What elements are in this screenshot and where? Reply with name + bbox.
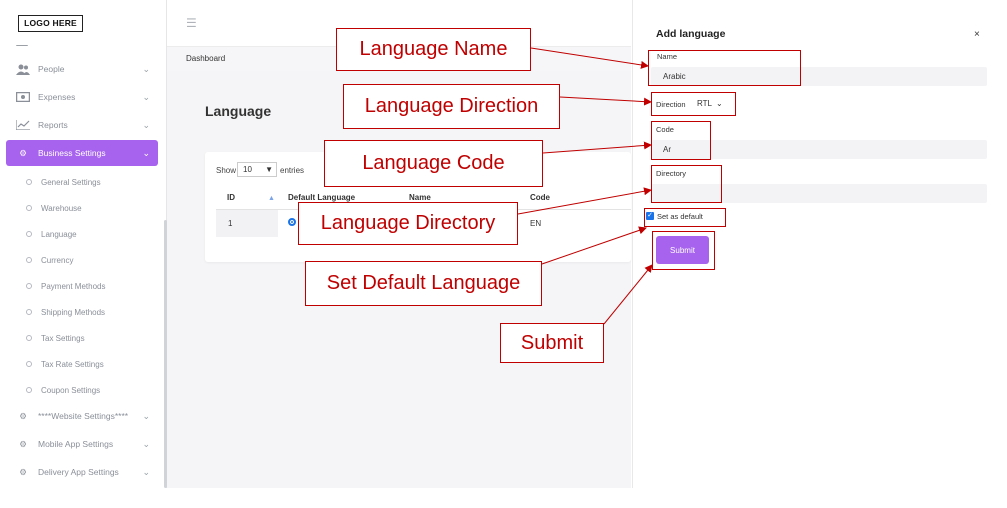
- sidebar: LOGO HERE People ⌄ Expenses ⌄ Reports ⌄ …: [0, 0, 167, 488]
- column-label: Default Language: [288, 193, 356, 202]
- sidebar-item-website-settings[interactable]: ⚙︎ ****Website Settings**** ⌄: [6, 403, 158, 429]
- gears-icon: ⚙︎: [19, 466, 27, 477]
- entries-label: entries: [280, 166, 305, 175]
- callout-language-name: Language Name: [336, 28, 531, 71]
- sidebar-item-cutoff: [16, 38, 156, 46]
- sidebar-item-expenses[interactable]: Expenses ⌄: [6, 84, 158, 110]
- chevron-down-icon: ⌄: [142, 439, 150, 449]
- sidebar-subitem-warehouse[interactable]: Warehouse: [26, 199, 82, 217]
- sidebar-item-reports[interactable]: Reports ⌄: [6, 112, 158, 138]
- circle-icon: [26, 387, 32, 393]
- sidebar-subitem-shipping-methods[interactable]: Shipping Methods: [26, 303, 105, 321]
- reports-icon: [16, 119, 30, 131]
- highlight-submit-button: [652, 231, 715, 270]
- sidebar-subitem-label: Coupon Settings: [41, 385, 101, 395]
- circle-icon: [26, 231, 32, 237]
- sidebar-subitem-tax-settings[interactable]: Tax Settings: [26, 329, 85, 347]
- sidebar-subitem-tax-rate-settings[interactable]: Tax Rate Settings: [26, 355, 104, 373]
- sidebar-item-delivery-app-settings[interactable]: ⚙︎ Delivery App Settings ⌄: [6, 459, 158, 485]
- sidebar-subitem-currency[interactable]: Currency: [26, 251, 73, 269]
- column-header-default-language[interactable]: Default Language: [288, 193, 355, 202]
- logo: LOGO HERE: [18, 15, 83, 32]
- cell-code: EN: [530, 219, 542, 228]
- page-title: Language: [205, 103, 272, 119]
- sidebar-item-label: ****Website Settings****: [38, 411, 129, 421]
- table-row: [216, 210, 278, 237]
- sidebar-subitem-label: Tax Rate Settings: [41, 359, 104, 369]
- sidebar-subitem-label: General Settings: [41, 177, 101, 187]
- people-icon: [16, 63, 30, 75]
- circle-icon: [26, 179, 32, 185]
- column-header-name[interactable]: Name: [409, 193, 431, 202]
- chevron-down-icon: ⌄: [142, 120, 150, 130]
- circle-icon: [26, 309, 32, 315]
- circle-icon: [26, 205, 32, 211]
- callout-submit: Submit: [500, 323, 604, 363]
- chevron-down-icon: ⌄: [142, 467, 150, 477]
- column-label: Name: [409, 193, 431, 202]
- sidebar-subitem-coupon-settings[interactable]: Coupon Settings: [26, 381, 100, 399]
- sidebar-subitem-label: Currency: [41, 255, 74, 265]
- entries-value: 10: [243, 165, 252, 174]
- sidebar-subitem-label: Shipping Methods: [41, 307, 106, 317]
- entries-select[interactable]: 10 ▼: [237, 162, 277, 177]
- chevron-down-icon: ⌄: [142, 92, 150, 102]
- circle-icon: [26, 335, 32, 341]
- callout-language-code: Language Code: [324, 140, 543, 187]
- callout-language-direction: Language Direction: [343, 84, 560, 129]
- circle-icon: [26, 283, 32, 289]
- default-language-radio[interactable]: [288, 218, 296, 226]
- column-header-id[interactable]: ID: [227, 193, 235, 202]
- sidebar-item-label: Business Settings: [38, 148, 106, 158]
- sidebar-subitem-label: Language: [41, 229, 77, 239]
- highlight-code-field: [651, 121, 711, 160]
- sidebar-subitem-payment-methods[interactable]: Payment Methods: [26, 277, 105, 295]
- drawer-title: Add language: [656, 28, 726, 40]
- sidebar-item-label: Delivery App Settings: [38, 467, 119, 477]
- sidebar-subitem-label: Warehouse: [41, 203, 82, 213]
- expenses-icon: [16, 91, 30, 103]
- sidebar-item-label: Mobile App Settings: [38, 439, 114, 449]
- sidebar-item-people[interactable]: People ⌄: [6, 56, 158, 82]
- gears-icon: ⚙︎: [19, 147, 27, 158]
- column-label: Code: [530, 193, 550, 202]
- chevron-down-icon: ⌄: [142, 148, 150, 158]
- cell-id: 1: [228, 219, 233, 228]
- callout-language-directory: Language Directory: [298, 202, 518, 245]
- sort-asc-icon[interactable]: ▲: [268, 193, 275, 202]
- column-header-code[interactable]: Code: [530, 193, 550, 202]
- sidebar-item-mobile-app-settings[interactable]: ⚙︎ Mobile App Settings ⌄: [6, 431, 158, 457]
- chevron-down-icon: ⌄: [142, 411, 150, 421]
- column-label: ID: [227, 193, 235, 202]
- sidebar-subitem-label: Tax Settings: [41, 333, 85, 343]
- sidebar-item-label: Reports: [38, 120, 68, 130]
- sidebar-item-label: People: [38, 64, 65, 74]
- chevron-down-icon: ▼: [265, 165, 273, 174]
- callout-set-default-language: Set Default Language: [305, 261, 542, 306]
- highlight-default-field: [644, 208, 726, 227]
- hamburger-menu-icon[interactable]: ☰: [186, 16, 198, 30]
- close-icon[interactable]: ×: [974, 29, 980, 40]
- sidebar-subitem-general-settings[interactable]: General Settings: [26, 173, 101, 191]
- sidebar-subitem-label: Payment Methods: [41, 281, 106, 291]
- highlight-direction-field: [651, 92, 736, 116]
- gears-icon: ⚙︎: [19, 438, 27, 449]
- breadcrumb[interactable]: Dashboard: [186, 54, 225, 63]
- circle-icon: [26, 257, 32, 263]
- circle-icon: [26, 361, 32, 367]
- gears-icon: ⚙︎: [19, 410, 27, 421]
- show-label: Show: [216, 166, 237, 175]
- sidebar-item-business-settings[interactable]: ⚙︎ Business Settings ⌄: [6, 140, 158, 166]
- sidebar-subitem-language[interactable]: Language: [26, 225, 77, 243]
- chevron-down-icon: ⌄: [142, 64, 150, 74]
- dashboard-icon: [16, 45, 28, 46]
- highlight-name-field: [648, 50, 801, 86]
- highlight-directory-field: [651, 165, 722, 203]
- sidebar-item-label: Expenses: [38, 92, 76, 102]
